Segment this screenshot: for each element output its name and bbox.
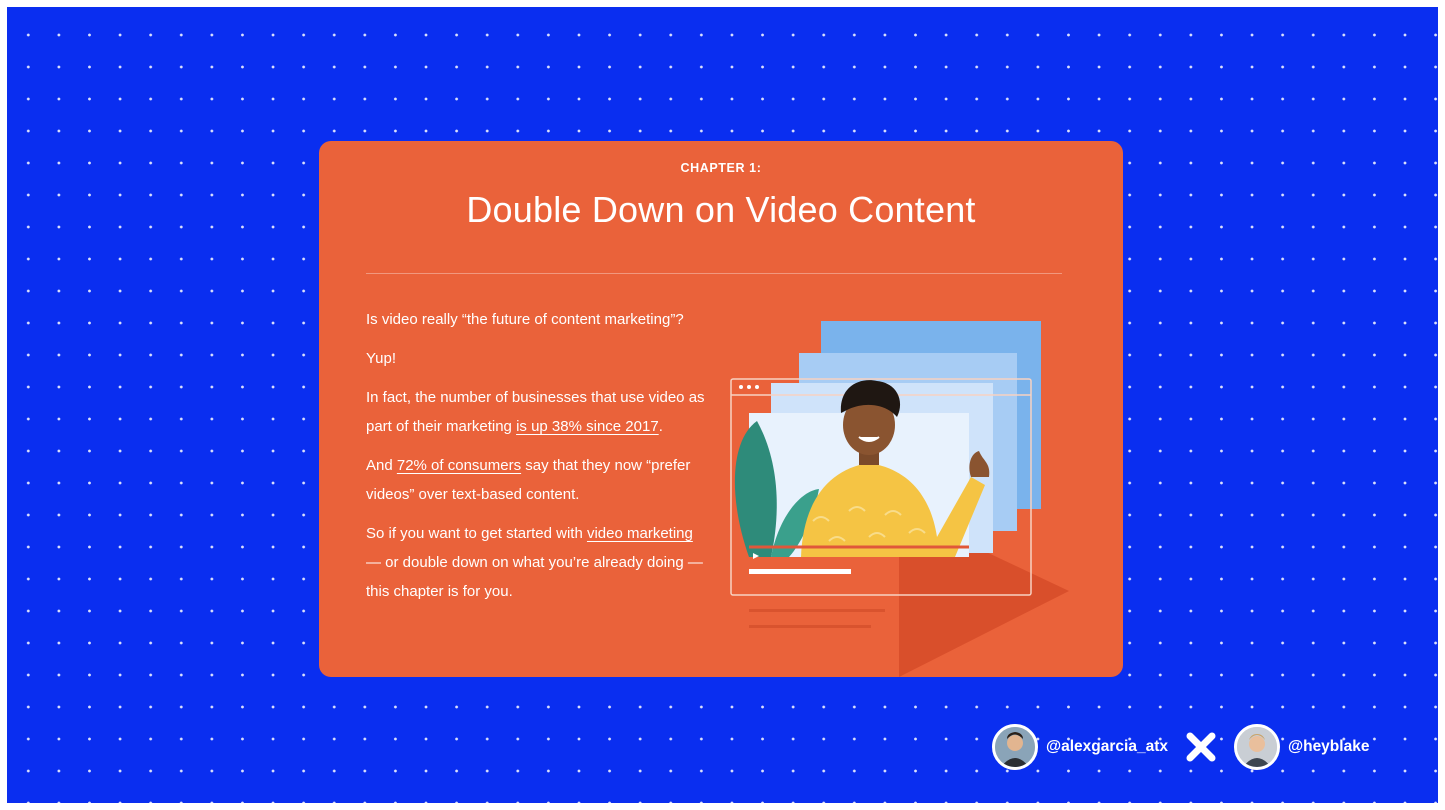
avatar-alexgarcia xyxy=(992,724,1038,770)
window-dot-icon xyxy=(739,385,743,389)
window-dot-icon xyxy=(747,385,751,389)
chapter-label: CHAPTER 1: xyxy=(680,161,762,175)
link-video-marketing[interactable]: video marketing xyxy=(587,525,693,542)
handle-heyblake: @heyblake xyxy=(1287,738,1370,755)
paragraph-5: So if you want to get started with video… xyxy=(366,525,703,600)
video-illustration xyxy=(730,321,1069,677)
person-avatar-icon xyxy=(1236,727,1277,767)
window-dot-icon xyxy=(755,385,759,389)
social-handles: @alexgarcia_atx @heyblake xyxy=(992,723,1369,771)
divider xyxy=(366,273,1062,274)
chapter-body: Is video really “the future of content m… xyxy=(366,305,711,616)
person-avatar-icon xyxy=(995,727,1035,767)
link-38-percent[interactable]: is up 38% since 2017 xyxy=(516,418,659,435)
paragraph-4: And 72% of consumers say that they now “… xyxy=(366,457,691,503)
paragraph-2: Yup! xyxy=(366,350,397,367)
paragraph-1: Is video really “the future of content m… xyxy=(366,311,684,328)
avatar-heyblake xyxy=(1233,724,1280,770)
close-x-icon xyxy=(1186,732,1216,762)
handle-alexgarcia: @alexgarcia_atx xyxy=(1046,738,1168,755)
chapter-title: Double Down on Video Content xyxy=(466,189,976,230)
paragraph-3: In fact, the number of businesses that u… xyxy=(366,389,705,435)
chapter-card: CHAPTER 1: Double Down on Video Content … xyxy=(319,141,1123,677)
link-72-percent[interactable]: 72% of consumers xyxy=(397,457,521,474)
slide-background: CHAPTER 1: Double Down on Video Content … xyxy=(7,7,1438,803)
